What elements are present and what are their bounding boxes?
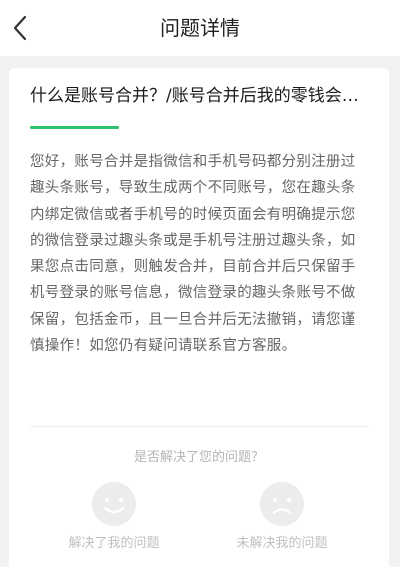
answer-text: 您好，账号合并是指微信和手机号码都分别注册过趣头条账号，导致生成两个不同账号，您… [30, 154, 356, 355]
nav-bar: 问题详情 [0, 0, 400, 56]
sad-face-icon [260, 482, 304, 526]
question-title: 什么是账号合并？/账号合并后我的零钱会怎样？ [30, 86, 370, 106]
title-accent-bar [30, 126, 119, 129]
unsolved-label: 未解决我的问题 [236, 536, 328, 551]
feedback-prompt: 是否解决了您的问题？ [133, 450, 264, 465]
question-card: 什么是账号合并？/账号合并后我的零钱会怎样？ 您好，账号合并是指微信和手机号码都… [9, 68, 389, 567]
app-screen: 问题详情 什么是账号合并？/账号合并后我的零钱会怎样？ 您好，账号合并是指微信和… [0, 0, 400, 567]
solved-label: 解决了我的问题 [68, 536, 160, 551]
page-title: 问题详情 [160, 16, 240, 40]
smile-face-icon [92, 482, 136, 526]
solved-button[interactable]: 解决了我的问题 [54, 482, 174, 551]
unsolved-button[interactable]: 未解决我的问题 [222, 482, 342, 551]
divider [30, 426, 369, 427]
